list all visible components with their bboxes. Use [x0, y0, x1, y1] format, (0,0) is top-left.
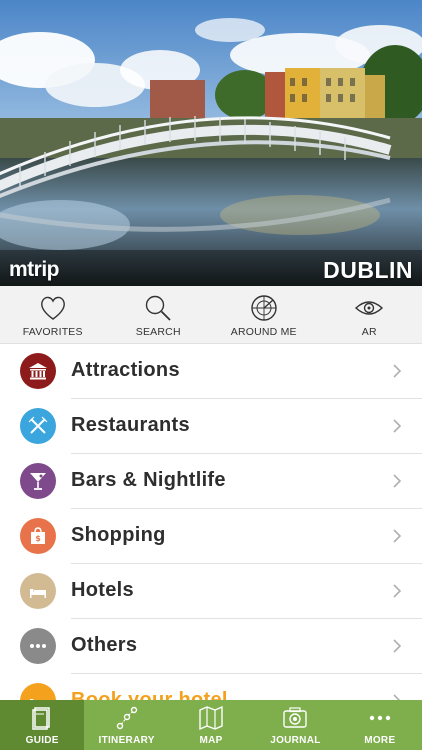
brand-logo: mtrip	[9, 258, 60, 281]
chevron-right-icon	[393, 419, 402, 433]
category-hotels[interactable]: Hotels	[0, 564, 422, 619]
heart-icon	[40, 296, 65, 320]
hero-banner: mtrip DUBLIN	[0, 0, 422, 286]
shopping-bag-icon: $	[20, 518, 56, 554]
tab-label: GUIDE	[25, 735, 59, 746]
bottom-tab-bar: GUIDE ITINERARY MAP JOURNAL MORE	[0, 700, 422, 750]
search-icon	[146, 295, 171, 321]
city-name: DUBLIN	[323, 257, 413, 283]
tab-map[interactable]: MAP	[169, 700, 253, 750]
tab-label: ITINERARY	[98, 735, 155, 746]
search-label: SEARCH	[135, 326, 181, 338]
category-book-hotel[interactable]: Book your hotel	[0, 674, 422, 700]
chevron-right-icon	[393, 639, 402, 653]
favorites-button[interactable]: FAVORITES	[0, 286, 106, 344]
category-list: Attractions Restaurants Bars & Nightlife…	[0, 344, 422, 700]
tab-itinerary[interactable]: ITINERARY	[84, 700, 168, 750]
favorites-label: FAVORITES	[22, 326, 83, 338]
category-restaurants[interactable]: Restaurants	[0, 399, 422, 454]
category-label: Hotels	[71, 579, 134, 601]
more-dots-icon	[369, 715, 391, 721]
chevron-right-icon	[393, 694, 401, 700]
svg-text:$: $	[35, 534, 41, 543]
search-button[interactable]: SEARCH	[106, 286, 212, 344]
guide-book-icon	[32, 707, 50, 730]
category-others[interactable]: Others	[0, 619, 422, 674]
tab-guide[interactable]: GUIDE	[0, 700, 85, 750]
chevron-right-icon	[393, 364, 402, 378]
fork-knife-icon	[20, 408, 56, 444]
camera-icon	[283, 707, 308, 728]
ar-button[interactable]: AR	[317, 286, 422, 344]
eye-icon	[355, 301, 384, 315]
category-label: Attractions	[71, 359, 180, 381]
tab-label: MAP	[199, 735, 223, 746]
chevron-right-icon	[393, 584, 402, 598]
chevron-right-icon	[393, 474, 402, 488]
bed-icon	[20, 573, 56, 609]
route-icon	[116, 706, 137, 730]
radar-icon	[251, 295, 277, 321]
category-label: Shopping	[71, 524, 166, 546]
map-icon	[199, 705, 223, 731]
hotel-booking-icon	[20, 683, 56, 700]
museum-icon	[20, 353, 56, 389]
dots-icon	[20, 628, 56, 664]
category-label: Book your hotel	[71, 689, 228, 700]
tab-more[interactable]: MORE	[338, 700, 422, 750]
ar-label: AR	[361, 326, 377, 338]
tab-label: MORE	[364, 735, 396, 746]
chevron-right-icon	[393, 529, 402, 543]
category-label: Others	[71, 634, 138, 656]
quick-actions-bar: FAVORITES SEARCH AROUND ME AR	[0, 286, 422, 344]
around-me-label: AROUND ME	[230, 326, 297, 338]
category-shopping[interactable]: $ Shopping	[0, 509, 422, 564]
category-bars-nightlife[interactable]: Bars & Nightlife	[0, 454, 422, 509]
around-me-button[interactable]: AROUND ME	[211, 286, 317, 344]
category-attractions[interactable]: Attractions	[0, 344, 422, 399]
dublin-bridge-photo	[0, 0, 422, 286]
category-label: Restaurants	[71, 414, 190, 436]
tab-journal[interactable]: JOURNAL	[253, 700, 337, 750]
category-label: Bars & Nightlife	[71, 469, 226, 491]
cocktail-icon	[20, 463, 56, 499]
tab-label: JOURNAL	[270, 735, 321, 746]
